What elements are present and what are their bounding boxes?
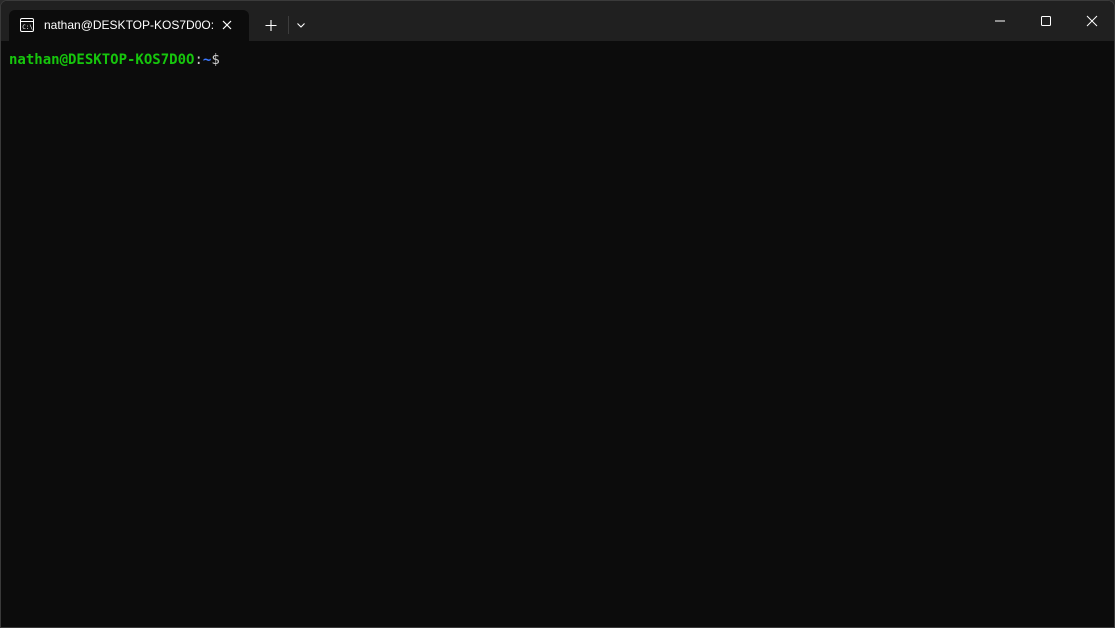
tab-terminal[interactable]: C:\ nathan@DESKTOP-KOS7D0O: ~: [9, 10, 249, 41]
prompt-colon: :: [194, 52, 203, 68]
plus-icon[interactable]: [259, 14, 283, 36]
scrollbar[interactable]: [1112, 41, 1114, 627]
close-icon: [1086, 15, 1098, 27]
minimize-icon: [995, 20, 1005, 22]
terminal-window: C:\ nathan@DESKTOP-KOS7D0O: ~ nathan@DES…: [0, 0, 1115, 628]
maximize-button[interactable]: [1023, 1, 1069, 41]
svg-text:C:\: C:\: [22, 24, 33, 31]
terminal-area[interactable]: nathan@DESKTOP-KOS7D0O:~$: [1, 41, 1114, 627]
maximize-icon: [1041, 16, 1051, 26]
terminal-icon: C:\: [20, 18, 34, 32]
prompt-symbol: $: [211, 52, 220, 68]
prompt-line: nathan@DESKTOP-KOS7D0O:~$: [9, 51, 220, 69]
prompt-user-host: nathan@DESKTOP-KOS7D0O: [9, 52, 195, 68]
chevron-down-icon[interactable]: [290, 14, 312, 36]
close-button[interactable]: [1069, 1, 1114, 41]
tab-title: nathan@DESKTOP-KOS7D0O: ~: [44, 18, 214, 32]
close-tab-icon[interactable]: [220, 18, 234, 32]
title-bar[interactable]: C:\ nathan@DESKTOP-KOS7D0O: ~: [1, 1, 1114, 41]
minimize-button[interactable]: [977, 1, 1023, 41]
tab-separator: [288, 16, 289, 34]
